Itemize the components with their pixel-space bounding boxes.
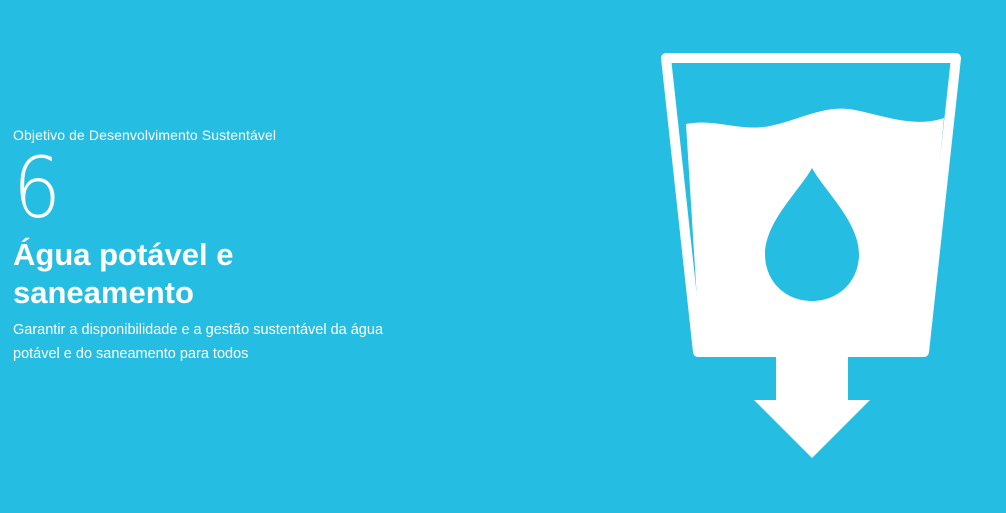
goal-kicker: Objetivo de Desenvolvimento Sustentável xyxy=(13,127,277,143)
goal-title: Água potável e saneamento xyxy=(13,237,234,310)
goal-text-block: Objetivo de Desenvolvimento Sustentável … xyxy=(13,126,413,366)
goal-number: 6 xyxy=(13,139,62,237)
water-glass-drop-arrow-icon xyxy=(660,52,966,462)
goal-description: Garantir a disponibilidade e a gestão su… xyxy=(13,322,384,362)
